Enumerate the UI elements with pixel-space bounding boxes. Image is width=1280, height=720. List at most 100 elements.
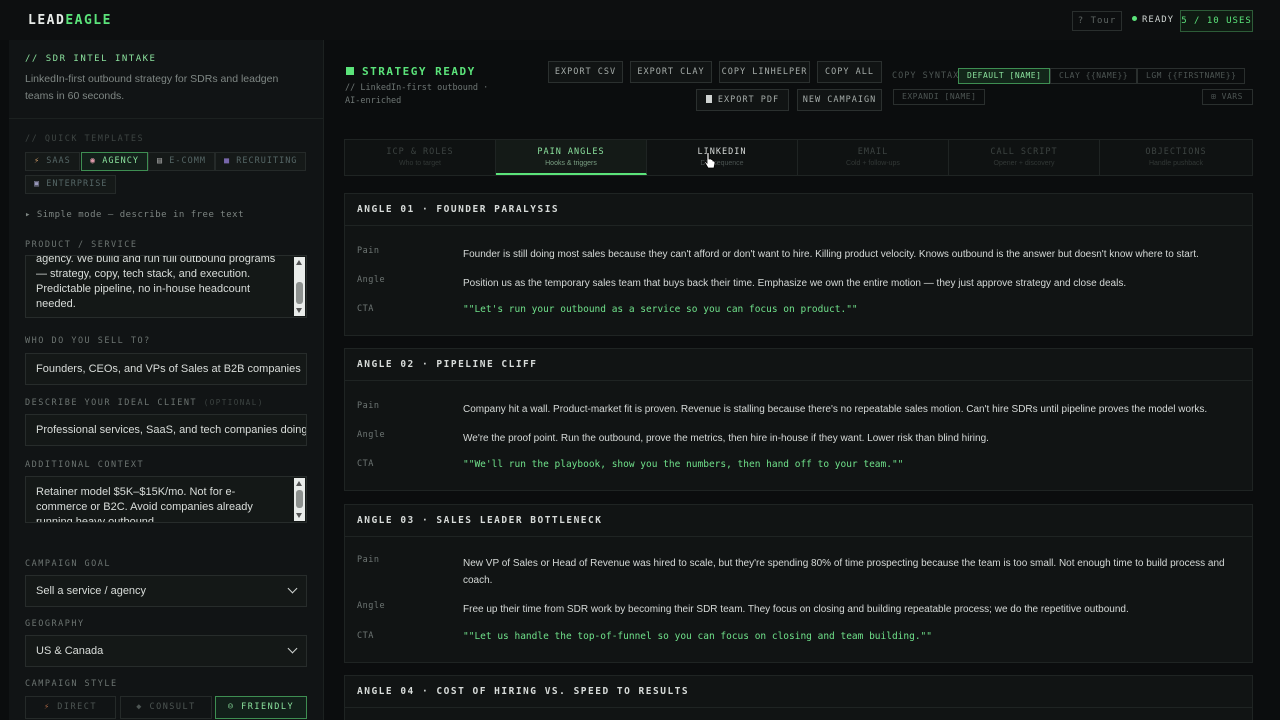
angle-text: Position us as the temporary sales team … <box>463 278 1127 289</box>
tab-email[interactable]: EMAIL Cold + follow-ups <box>798 140 949 175</box>
vars-button[interactable]: ⊞ VARS <box>1202 89 1253 105</box>
syntax-clay-option[interactable]: CLAY {{NAME}} <box>1050 68 1138 84</box>
angle-text: Free up their time from SDR work by beco… <box>463 604 1129 615</box>
product-scrollbar[interactable] <box>294 257 305 316</box>
new-campaign-button[interactable]: NEW CAMPAIGN <box>797 89 882 111</box>
scroll-up-icon[interactable] <box>296 260 302 265</box>
document-icon <box>705 95 712 103</box>
scroll-down-icon[interactable] <box>296 513 302 518</box>
template-ecomm-button[interactable]: ▤ E-COMM <box>148 152 215 171</box>
cta-text: ""Let's run your outbound as a service s… <box>463 304 858 315</box>
tab-linkedin[interactable]: LINKEDIN DM sequence <box>647 140 798 175</box>
vars-label: VARS <box>1221 92 1243 101</box>
export-clay-button[interactable]: EXPORT CLAY <box>630 61 712 83</box>
style-label: FRIENDLY <box>241 702 295 712</box>
syntax-expandi-option[interactable]: EXPANDI [NAME] <box>893 89 986 105</box>
scroll-thumb[interactable] <box>296 490 303 508</box>
sidebar-tag: // SDR INTEL INTAKE <box>25 54 157 64</box>
syntax-default-option[interactable]: DEFAULT [NAME] <box>958 68 1051 84</box>
cart-icon: ▤ <box>157 156 164 166</box>
chevron-down-icon <box>287 643 298 654</box>
pain-text: New VP of Sales or Head of Revenue was h… <box>463 558 1225 586</box>
strategy-subtitle: // LinkedIn-first outbound · AI-enriched <box>345 83 489 106</box>
context-scrollbar[interactable] <box>294 478 305 521</box>
cta-text: ""We'll run the playbook, show you the n… <box>463 459 904 470</box>
brand-logo[interactable]: LEADEAGLE <box>28 13 112 28</box>
ready-status-label: READY <box>1142 15 1175 25</box>
geography-select-value: US & Canada <box>36 645 104 657</box>
cta-text: ""Let us handle the top-of-funnel so you… <box>463 631 932 642</box>
building-icon: ▣ <box>34 179 41 189</box>
tab-call-script[interactable]: CALL SCRIPT Opener + discovery <box>949 140 1100 175</box>
geography-label: GEOGRAPHY <box>25 619 85 629</box>
ideal-client-input[interactable]: Professional services, SaaS, and tech co… <box>25 414 307 446</box>
scroll-up-icon[interactable] <box>296 481 302 486</box>
product-textarea[interactable]: agency. We build and run full outbound p… <box>25 255 307 318</box>
angle-title: ANGLE 03 · SALES LEADER BOTTLENECK <box>345 505 1252 537</box>
tab-subtitle: Opener + discovery <box>993 160 1055 167</box>
scroll-thumb[interactable] <box>296 282 303 304</box>
brand-accent: EAGLE <box>65 13 112 28</box>
style-direct-button[interactable]: ⚡ DIRECT <box>25 696 116 719</box>
strategy-status-label: STRATEGY READY <box>362 65 476 78</box>
people-icon: ■ <box>224 156 231 166</box>
style-label: CONSULT <box>149 702 196 712</box>
export-pdf-button[interactable]: EXPORT PDF <box>696 89 789 111</box>
goal-select[interactable]: Sell a service / agency <box>25 575 307 607</box>
template-label: AGENCY <box>102 156 139 166</box>
chevron-down-icon <box>287 583 298 594</box>
pain-text: Company hit a wall. Product-market fit i… <box>463 404 1208 415</box>
template-label: SAAS <box>46 156 71 166</box>
cta-label: CTA <box>357 304 374 314</box>
usage-counter-badge: 5 / 10 USES <box>1180 10 1253 32</box>
sidebar-description: LinkedIn-first outbound strategy for SDR… <box>25 73 279 102</box>
angle-card: ANGLE 02 · PIPELINE CLIFF Pain Company hi… <box>344 348 1253 491</box>
ideal-client-label: DESCRIBE YOUR IDEAL CLIENT (OPTIONAL) <box>25 398 264 408</box>
diamond-icon: ◆ <box>136 702 143 712</box>
context-textarea[interactable]: Retainer model $5K–$15K/mo. Not for e-co… <box>25 476 307 523</box>
pain-label: Pain <box>357 401 380 411</box>
copy-linhelper-button[interactable]: COPY LINHELPER <box>719 61 810 83</box>
style-friendly-button[interactable]: ☺ FRIENDLY <box>215 696 307 719</box>
tab-icp-roles[interactable]: ICP & ROLES Who to target <box>345 140 496 175</box>
pain-label: Pain <box>357 555 380 565</box>
tab-title: ICP & ROLES <box>386 147 454 157</box>
tab-objections[interactable]: OBJECTIONS Handle pushback <box>1100 140 1252 175</box>
product-text: agency. We build and run full outbound p… <box>36 255 276 310</box>
geography-select[interactable]: US & Canada <box>25 635 307 667</box>
simple-mode-toggle[interactable]: ▸ Simple mode — describe in free text <box>25 210 244 220</box>
quick-templates-label: // QUICK TEMPLATES <box>25 134 145 144</box>
template-saas-button[interactable]: ⚡ SAAS <box>25 152 80 171</box>
context-label: ADDITIONAL CONTEXT <box>25 460 145 470</box>
template-enterprise-button[interactable]: ▣ ENTERPRISE <box>25 175 117 194</box>
agency-icon: ◉ <box>90 156 97 166</box>
sidebar: // SDR INTEL INTAKE LinkedIn-first outbo… <box>9 40 324 720</box>
angle-text: We're the proof point. Run the outbound,… <box>463 433 989 444</box>
template-recruiting-button[interactable]: ■ RECRUITING <box>215 152 307 171</box>
syntax-lgm-option[interactable]: LGM {{FIRSTNAME}} <box>1137 68 1246 84</box>
angle-label: Angle <box>357 275 386 285</box>
goal-label: CAMPAIGN GOAL <box>25 559 112 569</box>
export-pdf-label: EXPORT PDF <box>717 95 780 105</box>
style-label: DIRECT <box>57 702 97 712</box>
tab-title: LINKEDIN <box>697 147 747 157</box>
optional-tag: (OPTIONAL) <box>203 398 264 407</box>
export-csv-button[interactable]: EXPORT CSV <box>548 61 623 83</box>
template-agency-button[interactable]: ◉ AGENCY <box>81 152 148 171</box>
context-text: Retainer model $5K–$15K/mo. Not for e-co… <box>36 486 253 523</box>
status-square-icon <box>346 67 354 75</box>
angle-title: ANGLE 01 · FOUNDER PARALYSIS <box>345 194 1252 226</box>
who-input[interactable]: Founders, CEOs, and VPs of Sales at B2B … <box>25 353 307 385</box>
copy-all-button[interactable]: COPY ALL <box>817 61 882 83</box>
tab-subtitle: Cold + follow-ups <box>846 160 900 167</box>
style-consult-button[interactable]: ◆ CONSULT <box>120 696 212 719</box>
cta-label: CTA <box>357 631 374 641</box>
tab-subtitle: Who to target <box>398 160 442 167</box>
angle-card: ANGLE 03 · SALES LEADER BOTTLENECK Pain N… <box>344 504 1253 663</box>
tour-button[interactable]: ? Tour <box>1072 11 1122 31</box>
product-label: PRODUCT / SERVICE <box>25 240 138 250</box>
scroll-down-icon[interactable] <box>296 308 302 313</box>
tab-pain-angles[interactable]: PAIN ANGLES Hooks & triggers <box>496 140 647 175</box>
tab-subtitle: DM sequence <box>700 160 744 167</box>
angle-card: ANGLE 01 · FOUNDER PARALYSIS Pain Founder… <box>344 193 1253 336</box>
